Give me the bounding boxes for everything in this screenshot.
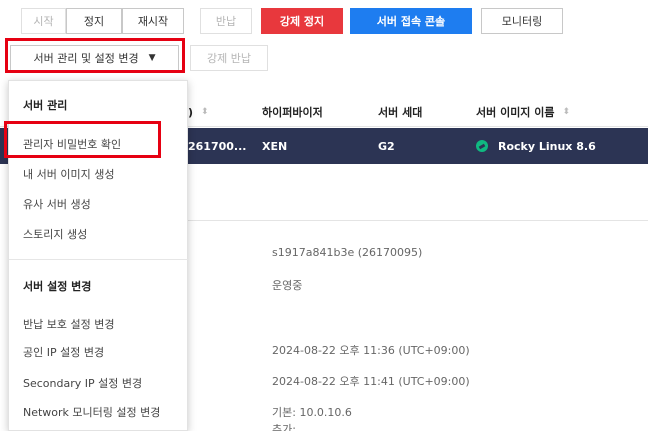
- column-header-label: 서버 이미지 이름: [476, 106, 555, 119]
- menu-item-highlight-box: [4, 121, 161, 158]
- column-header-label: ): [188, 105, 194, 119]
- detail-status: 운영중: [272, 279, 303, 292]
- menu-item-network-monitoring[interactable]: Network 모니터링 설정 변경: [23, 404, 160, 420]
- server-console-button[interactable]: 서버 접속 콘솔: [350, 8, 472, 34]
- rocky-linux-icon: [476, 140, 488, 152]
- column-header-id[interactable]: ) ⬍: [188, 97, 209, 127]
- menu-item-create-image[interactable]: 내 서버 이미지 생성: [23, 166, 114, 182]
- sort-icon: ⬍: [562, 107, 571, 117]
- detail-created-at: 2024-08-22 오후 11:36 (UTC+09:00): [272, 344, 470, 357]
- sort-icon: ⬍: [201, 107, 209, 117]
- column-header-image[interactable]: 서버 이미지 이름 ⬍: [476, 97, 570, 127]
- restart-button[interactable]: 재시작: [122, 8, 184, 34]
- section-divider: [188, 220, 648, 221]
- start-button[interactable]: 시작: [21, 8, 66, 34]
- menu-item-create-storage[interactable]: 스토리지 생성: [23, 226, 87, 242]
- monitoring-button[interactable]: 모니터링: [481, 8, 563, 34]
- menu-section-server-manage: 서버 관리: [23, 99, 68, 112]
- detail-private-ip: 기본: 10.0.10.6: [272, 406, 352, 419]
- detail-started-at: 2024-08-22 오후 11:41 (UTC+09:00): [272, 375, 470, 388]
- menu-item-public-ip[interactable]: 공인 IP 설정 변경: [23, 344, 104, 360]
- cell-hypervisor: XEN: [262, 139, 288, 153]
- column-header-generation[interactable]: 서버 세대: [378, 97, 422, 127]
- menu-section-server-settings: 서버 설정 변경: [23, 280, 92, 293]
- menu-divider: [9, 259, 189, 260]
- detail-server-name: s1917a841b3e (26170095): [272, 246, 423, 259]
- menu-item-secondary-ip[interactable]: Secondary IP 설정 변경: [23, 375, 142, 391]
- column-header-hypervisor[interactable]: 하이퍼바이저: [262, 97, 323, 127]
- force-return-button[interactable]: 강제 반납: [190, 45, 268, 71]
- cell-image-label: Rocky Linux 8.6: [498, 139, 596, 153]
- force-stop-button[interactable]: 강제 정지: [261, 8, 343, 34]
- menu-item-return-protection[interactable]: 반납 보호 설정 변경: [23, 316, 114, 332]
- cell-image: Rocky Linux 8.6: [476, 128, 596, 164]
- column-header-label: 하이퍼바이저: [262, 106, 323, 119]
- detail-private-ip-extra: 추가:: [272, 423, 296, 431]
- column-header-label: 서버 세대: [378, 106, 423, 119]
- dropdown-highlight-box: [5, 38, 185, 73]
- cell-server-id: 261700...: [188, 139, 247, 153]
- menu-item-similar-server[interactable]: 유사 서버 생성: [23, 196, 91, 212]
- stop-button[interactable]: 정지: [66, 8, 122, 34]
- cell-generation: G2: [378, 139, 395, 153]
- return-button[interactable]: 반납: [200, 8, 252, 34]
